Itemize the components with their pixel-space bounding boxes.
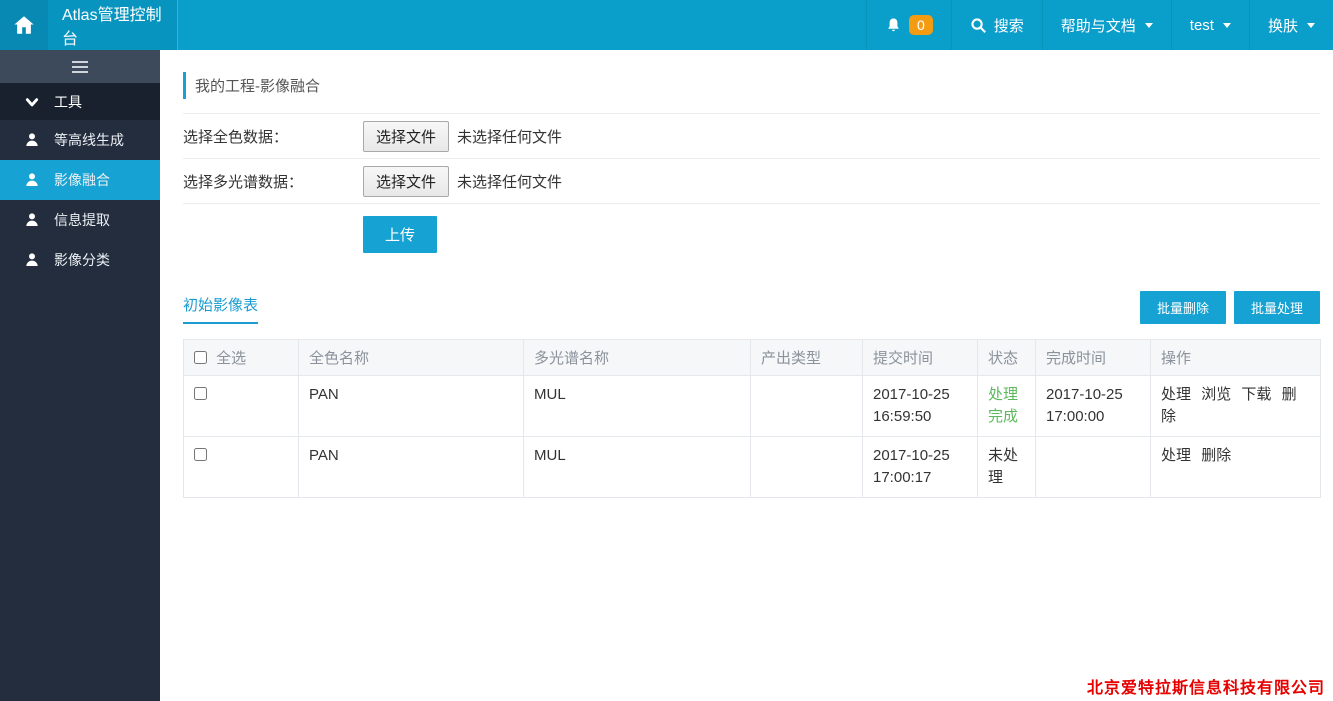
header-output-type: 产出类型	[751, 340, 863, 376]
home-button[interactable]	[0, 0, 48, 50]
help-docs-label: 帮助与文档	[1061, 15, 1136, 36]
search-label: 搜索	[994, 15, 1024, 36]
sidebar-item-info-extraction[interactable]: 信息提取	[0, 200, 160, 240]
cell-actions: 处理 删除	[1151, 437, 1321, 498]
initial-image-table: 全选 全色名称 多光谱名称 产出类型 提交时间 状态 完成时间 操作 PAN M…	[183, 339, 1321, 498]
bell-icon	[885, 17, 902, 34]
mul-no-file-text: 未选择任何文件	[457, 171, 562, 192]
header-actions: 操作	[1151, 340, 1321, 376]
action-download-link[interactable]: 下载	[1241, 386, 1271, 403]
help-docs-menu[interactable]: 帮助与文档	[1042, 0, 1171, 50]
sidebar-group-label: 工具	[54, 92, 82, 112]
chevron-down-icon	[1223, 23, 1231, 28]
home-icon	[13, 14, 35, 36]
chevron-down-icon	[1145, 23, 1153, 28]
search-icon	[970, 17, 987, 34]
main-content: 我的工程-影像融合 选择全色数据： 选择文件 未选择任何文件 选择多光谱数据： …	[160, 50, 1333, 498]
table-header-row: 全选 全色名称 多光谱名称 产出类型 提交时间 状态 完成时间 操作	[184, 340, 1321, 376]
header-submit-time: 提交时间	[863, 340, 978, 376]
chevron-down-icon	[18, 95, 46, 109]
cell-output-type	[751, 437, 863, 498]
row-checkbox[interactable]	[194, 387, 207, 400]
sidebar-item-label: 影像分类	[54, 250, 110, 270]
action-process-link[interactable]: 处理	[1161, 447, 1191, 464]
user-icon	[18, 212, 46, 228]
user-icon	[18, 172, 46, 188]
select-all-checkbox[interactable]	[194, 351, 207, 364]
header-pan-name: 全色名称	[299, 340, 524, 376]
pan-file-row: 选择全色数据： 选择文件 未选择任何文件	[183, 114, 1320, 159]
cell-select	[184, 376, 299, 437]
username-label: test	[1190, 17, 1214, 34]
page-title: 我的工程-影像融合	[183, 72, 1320, 99]
sidebar: 工具 等高线生成 影像融合 信息提取 影像分类	[0, 50, 160, 701]
mul-file-row: 选择多光谱数据： 选择文件 未选择任何文件	[183, 159, 1320, 204]
company-watermark: 北京爱特拉斯信息科技有限公司	[1087, 674, 1325, 698]
table-row: PAN MUL 2017-10-25 16:59:50 处理完成 2017-10…	[184, 376, 1321, 437]
cell-mul-name: MUL	[524, 437, 751, 498]
pan-choose-file-button[interactable]: 选择文件	[363, 121, 449, 152]
batch-process-button[interactable]: 批量处理	[1234, 291, 1320, 324]
sidebar-item-image-fusion[interactable]: 影像融合	[0, 160, 160, 200]
sidebar-item-label: 信息提取	[54, 210, 110, 230]
table-row: PAN MUL 2017-10-25 17:00:17 未处理 处理 删除	[184, 437, 1321, 498]
status-badge: 处理完成	[978, 376, 1036, 437]
status-badge: 未处理	[978, 437, 1036, 498]
action-browse-link[interactable]: 浏览	[1201, 386, 1231, 403]
cell-output-type	[751, 376, 863, 437]
cell-pan-name: PAN	[299, 437, 524, 498]
sidebar-toggle[interactable]	[0, 50, 160, 83]
hamburger-icon	[72, 58, 88, 76]
notifications-button[interactable]: 0	[866, 0, 951, 50]
cell-pan-name: PAN	[299, 376, 524, 437]
navbar-spacer	[178, 0, 866, 50]
action-process-link[interactable]: 处理	[1161, 386, 1191, 403]
cell-finish-time: 2017-10-25 17:00:00	[1036, 376, 1151, 437]
row-checkbox[interactable]	[194, 448, 207, 461]
pan-file-label: 选择全色数据：	[183, 126, 363, 147]
cell-select	[184, 437, 299, 498]
table-toolbar: 初始影像表 批量删除 批量处理	[183, 291, 1320, 324]
skin-menu[interactable]: 换肤	[1249, 0, 1333, 50]
notification-count-badge: 0	[909, 15, 933, 36]
sidebar-item-label: 影像融合	[54, 170, 110, 190]
tab-initial-image-table[interactable]: 初始影像表	[183, 294, 258, 324]
cell-mul-name: MUL	[524, 376, 751, 437]
sidebar-group-tools[interactable]: 工具	[0, 83, 160, 120]
cell-submit-time: 2017-10-25 17:00:17	[863, 437, 978, 498]
mul-file-label: 选择多光谱数据：	[183, 171, 363, 192]
user-menu[interactable]: test	[1171, 0, 1249, 50]
user-icon	[18, 132, 46, 148]
header-select-all: 全选	[184, 340, 299, 376]
skin-label: 换肤	[1268, 15, 1298, 36]
upload-button[interactable]: 上传	[363, 216, 437, 253]
header-finish-time: 完成时间	[1036, 340, 1151, 376]
user-icon	[18, 252, 46, 268]
top-navbar: Atlas管理控制台 0 搜索 帮助与文档 test 换肤	[0, 0, 1333, 50]
sidebar-item-contour-generation[interactable]: 等高线生成	[0, 120, 160, 160]
header-mul-name: 多光谱名称	[524, 340, 751, 376]
search-button[interactable]: 搜索	[951, 0, 1042, 50]
cell-finish-time	[1036, 437, 1151, 498]
chevron-down-icon	[1307, 23, 1315, 28]
pan-no-file-text: 未选择任何文件	[457, 126, 562, 147]
header-label: 全选	[216, 350, 246, 367]
app-title: Atlas管理控制台	[48, 0, 178, 50]
cell-submit-time: 2017-10-25 16:59:50	[863, 376, 978, 437]
batch-delete-button[interactable]: 批量删除	[1140, 291, 1226, 324]
action-delete-link[interactable]: 删除	[1201, 447, 1231, 464]
mul-choose-file-button[interactable]: 选择文件	[363, 166, 449, 197]
sidebar-item-label: 等高线生成	[54, 130, 124, 150]
sidebar-item-image-classification[interactable]: 影像分类	[0, 240, 160, 280]
header-status: 状态	[978, 340, 1036, 376]
cell-actions: 处理 浏览 下载 删除	[1151, 376, 1321, 437]
